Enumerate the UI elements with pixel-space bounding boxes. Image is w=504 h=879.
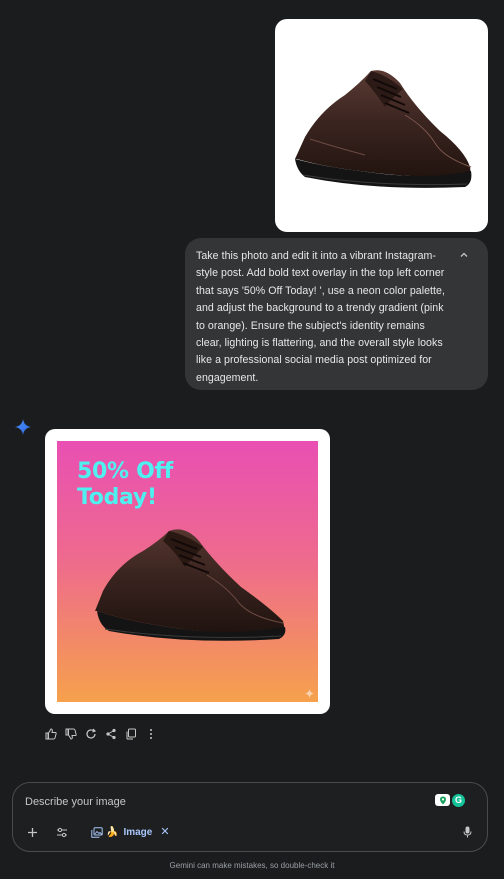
share-button[interactable] — [104, 728, 117, 741]
copy-button[interactable] — [124, 728, 137, 741]
extension-badges: G — [435, 794, 465, 807]
tools-button[interactable] — [55, 825, 69, 839]
more-icon — [149, 729, 152, 739]
response-actions — [44, 727, 157, 741]
prompt-composer: G 🍌 Image ✕ — [12, 782, 488, 852]
regenerate-button[interactable] — [84, 728, 97, 741]
generated-shoe-image — [95, 529, 286, 641]
disclaimer-text: Gemini can make mistakes, so double-chec… — [169, 861, 335, 870]
copy-icon — [126, 728, 136, 740]
image-gallery-icon — [91, 826, 103, 838]
sliders-icon — [57, 827, 67, 837]
composer-toolbar: 🍌 Image ✕ — [25, 825, 170, 839]
location-extension-button[interactable] — [435, 794, 450, 806]
user-uploaded-image[interactable] — [275, 19, 488, 232]
microphone-icon — [463, 826, 471, 838]
generated-image: 50% Off Today! — [57, 441, 318, 702]
more-options-button[interactable] — [144, 728, 157, 741]
shoe-image — [295, 70, 472, 188]
microphone-button[interactable] — [461, 825, 473, 839]
thumbs-down-button[interactable] — [64, 728, 77, 741]
grammarly-button[interactable]: G — [452, 794, 465, 807]
add-attachment-button[interactable] — [25, 825, 39, 839]
plus-icon — [27, 827, 37, 837]
user-prompt-bubble: Take this photo and edit it into a vibra… — [185, 238, 488, 390]
generated-image-card[interactable]: 50% Off Today! — [45, 429, 330, 714]
image-tool-label: Image — [123, 826, 153, 838]
remove-tool-button[interactable]: ✕ — [160, 826, 169, 838]
watermark-sparkle-icon — [305, 689, 314, 698]
location-pin-icon — [439, 796, 446, 804]
share-icon — [105, 728, 116, 740]
gemini-sparkle-icon — [15, 419, 31, 435]
prompt-input[interactable] — [25, 793, 425, 811]
thumbs-up-button[interactable] — [44, 728, 57, 741]
regenerate-icon — [85, 728, 96, 739]
chevron-up-icon — [460, 252, 468, 257]
image-tool-chip[interactable]: 🍌 Image ✕ — [91, 826, 170, 838]
thumbs-down-icon — [65, 728, 77, 740]
banana-icon: 🍌 — [106, 826, 119, 838]
collapse-prompt-button[interactable] — [456, 247, 472, 263]
thumbs-up-icon — [45, 728, 57, 740]
user-prompt-text: Take this photo and edit it into a vibra… — [196, 250, 445, 384]
